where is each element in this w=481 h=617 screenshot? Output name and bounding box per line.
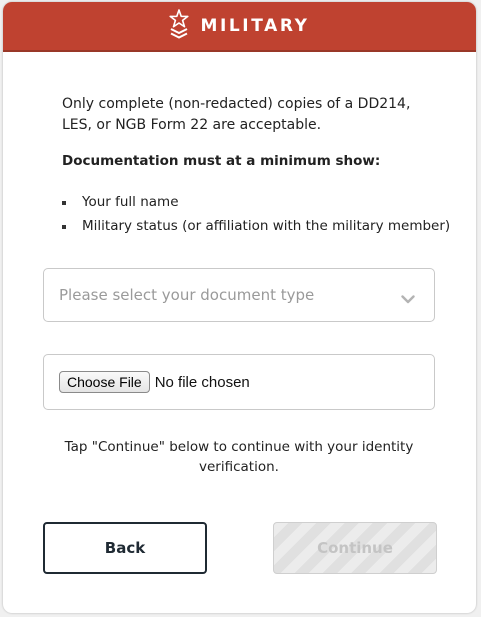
requirements-title: Documentation must at a minimum show:	[62, 153, 381, 169]
requirement-text: Your full name	[82, 194, 179, 210]
chevron-down-icon	[401, 289, 415, 308]
back-button[interactable]: Back	[43, 522, 207, 574]
choose-file-button[interactable]: Choose File	[59, 371, 150, 393]
intro-text: Only complete (non-redacted) copies of a…	[62, 96, 411, 133]
military-rank-star-icon	[169, 9, 190, 43]
document-type-placeholder: Please select your document type	[59, 286, 315, 304]
file-status: No file chosen	[154, 373, 250, 391]
header-title: MILITARY	[200, 16, 310, 36]
continue-button[interactable]: Continue	[273, 522, 437, 574]
verification-card: MILITARY Only complete (non-redacted) co…	[3, 2, 476, 613]
document-type-select[interactable]: Please select your document type	[43, 268, 435, 322]
bullet-icon	[62, 225, 66, 229]
file-upload-field: Choose File No file chosen	[43, 354, 435, 410]
bullet-icon	[62, 201, 66, 205]
header: MILITARY	[3, 2, 476, 52]
list-item: Military status (or affiliation with the…	[62, 214, 450, 238]
requirements-list: Your full name Military status (or affil…	[62, 190, 450, 238]
requirement-text: Military status (or affiliation with the…	[82, 218, 451, 234]
list-item: Your full name	[62, 190, 450, 214]
continue-instruction: Tap "Continue" below to continue with yo…	[64, 439, 414, 475]
